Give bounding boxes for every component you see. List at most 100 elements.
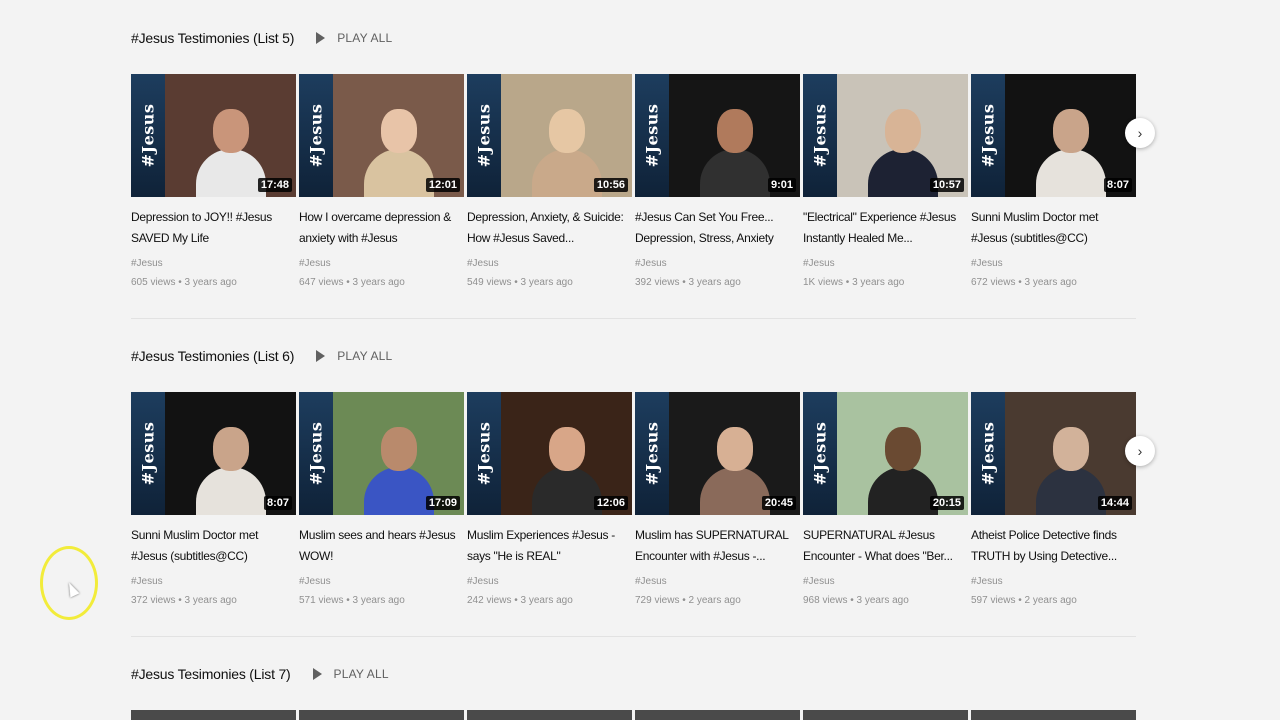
video-row: #Jesus 8:07 Sunni Muslim Doctor met #Jes… bbox=[131, 392, 1155, 608]
video-duration: 10:56 bbox=[593, 178, 628, 192]
channel-name[interactable]: #Jesus bbox=[635, 575, 800, 589]
channel-name[interactable]: #Jesus bbox=[467, 575, 632, 589]
channel-name[interactable]: #Jesus bbox=[299, 575, 464, 589]
video-title[interactable]: Muslim has SUPERNATURAL Encounter with #… bbox=[635, 525, 800, 567]
video-title[interactable]: Depression, Anxiety, & Suicide: How #Jes… bbox=[467, 207, 632, 249]
partial-thumbnail[interactable] bbox=[635, 710, 800, 720]
video-title[interactable]: Muslim Experiences #Jesus - says "He is … bbox=[467, 525, 632, 567]
thumbnail-head bbox=[716, 427, 753, 471]
video-thumbnail[interactable]: #Jesus 10:56 bbox=[467, 74, 632, 197]
shelf-title[interactable]: #Jesus Testimonies (List 5) bbox=[131, 30, 294, 46]
thumbnail-person bbox=[867, 427, 938, 515]
channel-name[interactable]: #Jesus bbox=[971, 257, 1136, 271]
thumbnail-head bbox=[380, 109, 417, 153]
channel-name[interactable]: #Jesus bbox=[635, 257, 800, 271]
partial-thumbnail[interactable] bbox=[299, 710, 464, 720]
video-card[interactable]: #Jesus 20:15 SUPERNATURAL #Jesus Encount… bbox=[803, 392, 968, 608]
play-all-button[interactable]: PLAY ALL bbox=[316, 349, 392, 363]
video-card[interactable]: #Jesus 17:09 Muslim sees and hears #Jesu… bbox=[299, 392, 464, 608]
video-meta: SUPERNATURAL #Jesus Encounter - What doe… bbox=[803, 515, 968, 608]
thumbnail-banner-text: #Jesus bbox=[978, 421, 998, 486]
video-title[interactable]: "Electrical" Experience #Jesus Instantly… bbox=[803, 207, 968, 249]
video-duration: 9:01 bbox=[767, 178, 796, 192]
video-stats: 672 views • 3 years ago bbox=[971, 277, 1077, 288]
thumbnail-banner: #Jesus bbox=[803, 74, 837, 197]
shelf-divider bbox=[131, 636, 1136, 637]
video-title[interactable]: Depression to JOY!! #Jesus SAVED My Life bbox=[131, 207, 296, 249]
video-thumbnail[interactable]: #Jesus 20:45 bbox=[635, 392, 800, 515]
video-thumbnail[interactable]: #Jesus 14:44 bbox=[971, 392, 1136, 515]
next-arrow-button[interactable]: › bbox=[1125, 118, 1155, 148]
play-all-button[interactable]: PLAY ALL bbox=[312, 667, 389, 681]
thumbnail-head bbox=[548, 427, 585, 471]
video-title[interactable]: Atheist Police Detective finds TRUTH by … bbox=[971, 525, 1136, 567]
video-title[interactable]: How I overcame depression & anxiety with… bbox=[299, 207, 464, 249]
partial-thumbnail[interactable] bbox=[971, 710, 1136, 720]
video-duration: 12:01 bbox=[425, 178, 460, 192]
video-title[interactable]: SUPERNATURAL #Jesus Encounter - What doe… bbox=[803, 525, 968, 567]
thumbnail-banner-text: #Jesus bbox=[978, 103, 998, 168]
video-title[interactable]: #Jesus Can Set You Free... Depression, S… bbox=[635, 207, 800, 249]
video-duration: 14:44 bbox=[1097, 496, 1132, 510]
thumbnail-person bbox=[363, 109, 434, 197]
video-title[interactable]: Sunni Muslim Doctor met #Jesus (subtitle… bbox=[131, 525, 296, 567]
video-card[interactable]: #Jesus 10:57 "Electrical" Experience #Je… bbox=[803, 74, 968, 290]
partial-thumbnail[interactable] bbox=[803, 710, 968, 720]
video-stats: 571 views • 3 years ago bbox=[299, 595, 405, 606]
channel-name[interactable]: #Jesus bbox=[803, 257, 968, 271]
video-card[interactable]: #Jesus 14:44 Atheist Police Detective fi… bbox=[971, 392, 1136, 608]
shelf-header: #Jesus Testimonies (List 6) PLAY ALL bbox=[131, 344, 1141, 368]
video-thumbnail[interactable]: #Jesus 17:48 bbox=[131, 74, 296, 197]
video-card[interactable]: #Jesus 12:06 Muslim Experiences #Jesus -… bbox=[467, 392, 632, 608]
video-card[interactable]: #Jesus 17:48 Depression to JOY!! #Jesus … bbox=[131, 74, 296, 290]
video-card[interactable]: #Jesus 12:01 How I overcame depression &… bbox=[299, 74, 464, 290]
partial-thumbnail[interactable] bbox=[467, 710, 632, 720]
thumbnail-head bbox=[212, 427, 249, 471]
shelf-header: #Jesus Testimonies (List 5) PLAY ALL bbox=[131, 26, 1141, 50]
video-card[interactable]: #Jesus 9:01 #Jesus Can Set You Free... D… bbox=[635, 74, 800, 290]
thumbnail-banner: #Jesus bbox=[803, 392, 837, 515]
thumbnail-banner-text: #Jesus bbox=[138, 103, 158, 168]
video-card[interactable]: #Jesus 8:07 Sunni Muslim Doctor met #Jes… bbox=[131, 392, 296, 608]
video-card[interactable]: #Jesus 20:45 Muslim has SUPERNATURAL Enc… bbox=[635, 392, 800, 608]
video-meta: Sunni Muslim Doctor met #Jesus (subtitle… bbox=[131, 515, 296, 608]
video-thumbnail[interactable]: #Jesus 12:06 bbox=[467, 392, 632, 515]
thumbnail-head bbox=[1052, 427, 1089, 471]
channel-name[interactable]: #Jesus bbox=[131, 575, 296, 589]
video-duration: 8:07 bbox=[263, 496, 292, 510]
thumbnail-banner: #Jesus bbox=[971, 74, 1005, 197]
video-thumbnail[interactable]: #Jesus 17:09 bbox=[299, 392, 464, 515]
video-title[interactable]: Sunni Muslim Doctor met #Jesus (subtitle… bbox=[971, 207, 1136, 249]
video-card[interactable]: #Jesus 10:56 Depression, Anxiety, & Suic… bbox=[467, 74, 632, 290]
video-title[interactable]: Muslim sees and hears #Jesus WOW! bbox=[299, 525, 464, 567]
video-stats: 597 views • 2 years ago bbox=[971, 595, 1077, 606]
video-thumbnail[interactable]: #Jesus 10:57 bbox=[803, 74, 968, 197]
thumbnail-head bbox=[716, 109, 753, 153]
video-thumbnail[interactable]: #Jesus 8:07 bbox=[131, 392, 296, 515]
channel-name[interactable]: #Jesus bbox=[299, 257, 464, 271]
play-icon bbox=[312, 668, 322, 680]
video-thumbnail[interactable]: #Jesus 8:07 bbox=[971, 74, 1136, 197]
thumbnail-banner-text: #Jesus bbox=[810, 421, 830, 486]
video-stats: 372 views • 3 years ago bbox=[131, 595, 237, 606]
video-thumbnail[interactable]: #Jesus 20:15 bbox=[803, 392, 968, 515]
video-stats: 549 views • 3 years ago bbox=[467, 277, 573, 288]
channel-name[interactable]: #Jesus bbox=[131, 257, 296, 271]
video-thumbnail[interactable]: #Jesus 12:01 bbox=[299, 74, 464, 197]
next-arrow-button[interactable]: › bbox=[1125, 436, 1155, 466]
thumbnail-head bbox=[212, 109, 249, 153]
channel-name[interactable]: #Jesus bbox=[467, 257, 632, 271]
video-card[interactable]: #Jesus 8:07 Sunni Muslim Doctor met #Jes… bbox=[971, 74, 1136, 290]
shelf-list-6: #Jesus Testimonies (List 6) PLAY ALL #Je… bbox=[131, 344, 1155, 608]
video-thumbnail[interactable]: #Jesus 9:01 bbox=[635, 74, 800, 197]
thumbnail-head bbox=[548, 109, 585, 153]
channel-name[interactable]: #Jesus bbox=[971, 575, 1136, 589]
shelf-title[interactable]: #Jesus Testimonies (List 6) bbox=[131, 348, 294, 364]
thumbnail-banner: #Jesus bbox=[467, 392, 501, 515]
video-duration: 10:57 bbox=[929, 178, 964, 192]
play-all-label: PLAY ALL bbox=[337, 349, 393, 363]
partial-thumbnail[interactable] bbox=[131, 710, 296, 720]
play-all-button[interactable]: PLAY ALL bbox=[316, 31, 392, 45]
shelf-title[interactable]: #Jesus Tesimonies (List 7) bbox=[131, 666, 291, 682]
channel-name[interactable]: #Jesus bbox=[803, 575, 968, 589]
